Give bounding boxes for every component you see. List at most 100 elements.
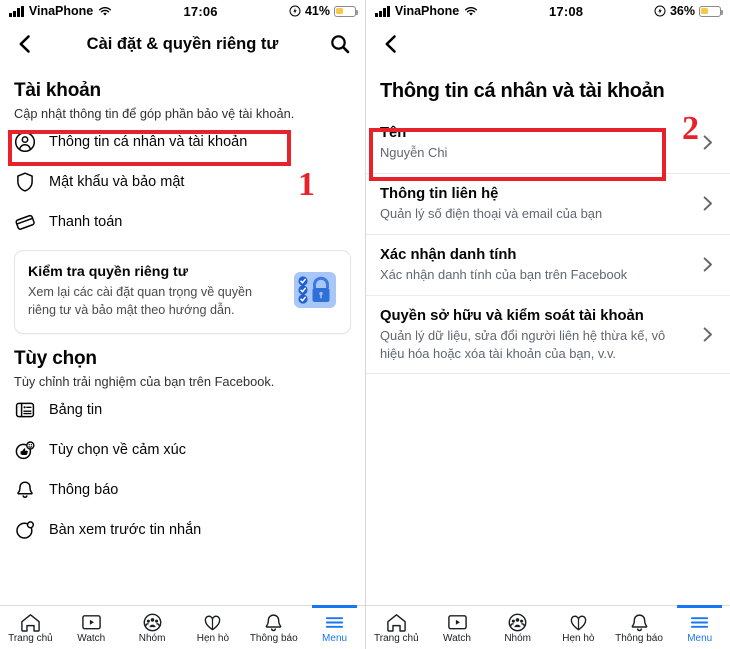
tab-nhom[interactable]: Nhóm bbox=[122, 606, 183, 649]
battery-percent-label: 41% bbox=[304, 4, 330, 18]
battery-icon bbox=[699, 5, 724, 17]
tab-label: Trang chủ bbox=[374, 632, 419, 644]
battery-icon bbox=[334, 5, 359, 17]
status-clock: 17:08 bbox=[548, 3, 584, 19]
account-settings-list: Tên Nguyễn Chi Thông tin liên hệ Quản lý… bbox=[366, 113, 730, 375]
list-item-contact-info[interactable]: Thông tin liên hệ Quản lý số điện thoại … bbox=[366, 174, 730, 235]
list-item-text: Tên Nguyễn Chi bbox=[380, 124, 691, 162]
sidebar-item-personal-info[interactable]: Thông tin cá nhân và tài khoản bbox=[14, 122, 351, 162]
back-chevron-icon[interactable] bbox=[380, 33, 402, 55]
list-item-subtitle: Quản lý số điện thoại và email của bạn bbox=[380, 206, 603, 222]
left-phone-screen: VinaPhone 17:06 41% Cài đặt & quyền riên… bbox=[0, 0, 365, 649]
status-left-group: VinaPhone bbox=[375, 4, 478, 18]
home-icon bbox=[19, 612, 42, 633]
tab-hen-ho[interactable]: Hẹn hò bbox=[182, 606, 243, 649]
tab-menu[interactable]: Menu bbox=[304, 605, 365, 649]
tab-label: Watch bbox=[443, 632, 471, 644]
nav-bar-right bbox=[366, 22, 730, 66]
groups-icon bbox=[506, 612, 529, 633]
page-title: Thông tin cá nhân và tài khoản bbox=[380, 80, 665, 102]
newsfeed-icon bbox=[14, 399, 36, 421]
list-item-subtitle: Xác nhận danh tính của bạn trên Facebook bbox=[380, 267, 628, 283]
nav-bar-left: Cài đặt & quyền riêng tư bbox=[0, 22, 365, 66]
tab-thong-bao[interactable]: Thông báo bbox=[609, 606, 670, 649]
sidebar-item-reactions[interactable]: Tùy chọn về cảm xúc bbox=[14, 430, 351, 470]
sidebar-item-label: Bảng tin bbox=[49, 402, 103, 419]
signal-bars-icon bbox=[375, 5, 390, 17]
tab-label: Nhóm bbox=[138, 632, 166, 644]
list-item-title: Quyền sở hữu và kiểm soát tài khoản bbox=[380, 307, 644, 324]
status-bar-right: VinaPhone 17:08 36% bbox=[366, 0, 730, 22]
bell-icon bbox=[262, 612, 285, 633]
bottom-tab-bar-left: Trang chủ Watch Nhóm Hẹn hò Thông báo Me… bbox=[0, 605, 365, 649]
tab-trang-chu[interactable]: Trang chủ bbox=[0, 606, 61, 649]
watch-play-icon bbox=[446, 612, 469, 633]
tab-label: Menu bbox=[687, 632, 713, 644]
signal-bars-icon bbox=[9, 5, 24, 17]
list-item-title: Thông tin liên hệ bbox=[380, 185, 499, 202]
sidebar-item-label: Mật khẩu và bảo mật bbox=[49, 174, 185, 191]
status-right-group: 41% bbox=[289, 4, 359, 18]
sidebar-item-label: Thanh toán bbox=[49, 214, 123, 231]
tab-label: Trang chủ bbox=[8, 632, 53, 644]
page-title: Cài đặt & quyền riêng tư bbox=[86, 34, 279, 53]
tab-label: Thông báo bbox=[249, 632, 298, 644]
dual-screenshot: VinaPhone 17:06 41% Cài đặt & quyền riên… bbox=[0, 0, 730, 649]
person-circle-icon bbox=[14, 131, 36, 153]
status-right-group: 36% bbox=[654, 4, 724, 18]
status-bar-left: VinaPhone 17:06 41% bbox=[0, 0, 365, 22]
tab-trang-chu[interactable]: Trang chủ bbox=[366, 606, 427, 649]
tab-watch[interactable]: Watch bbox=[61, 606, 122, 649]
list-item-ownership-control[interactable]: Quyền sở hữu và kiểm soát tài khoản Quản… bbox=[366, 296, 730, 375]
bottom-tab-bar-right: Trang chủ Watch Nhóm Hẹn hò Thông báo Me… bbox=[366, 605, 730, 649]
list-item-identity-confirmation[interactable]: Xác nhận danh tính Xác nhận danh tính củ… bbox=[366, 235, 730, 296]
tab-hen-ho[interactable]: Hẹn hò bbox=[548, 606, 609, 649]
list-item-subtitle: Quản lý dữ liệu, sửa đổi người liên hệ t… bbox=[380, 328, 666, 361]
tab-label: Hẹn hò bbox=[562, 632, 595, 644]
bell-icon bbox=[628, 612, 651, 633]
tab-thong-bao[interactable]: Thông báo bbox=[243, 606, 304, 649]
privacy-checkup-card[interactable]: Kiểm tra quyền riêng tư Xem lại các cài … bbox=[14, 250, 351, 335]
preferences-section-subtitle: Tùy chỉnh trải nghiệm của bạn trên Faceb… bbox=[14, 374, 275, 390]
message-preview-icon bbox=[14, 519, 36, 541]
privacy-checkup-title: Kiểm tra quyền riêng tư bbox=[28, 264, 189, 281]
watch-play-icon bbox=[80, 612, 103, 633]
privacy-checkup-desc: Xem lại các cài đặt quan trọng về quyền … bbox=[28, 285, 253, 317]
list-item-text: Xác nhận danh tính Xác nhận danh tính củ… bbox=[380, 246, 691, 284]
status-left-group: VinaPhone bbox=[9, 4, 112, 18]
sidebar-item-label: Tùy chọn về cảm xúc bbox=[49, 442, 186, 459]
account-section-subtitle: Cập nhật thông tin để góp phần bảo vệ tà… bbox=[14, 106, 295, 121]
wifi-icon bbox=[98, 6, 112, 17]
list-item-title: Xác nhận danh tính bbox=[380, 246, 517, 263]
sidebar-item-label: Thông tin cá nhân và tài khoản bbox=[49, 134, 248, 151]
battery-percent-label: 36% bbox=[669, 4, 695, 18]
sidebar-item-message-preview[interactable]: Bàn xem trước tin nhắn bbox=[14, 510, 351, 550]
low-power-icon bbox=[289, 5, 301, 17]
bell-icon bbox=[14, 479, 36, 501]
tab-menu[interactable]: Menu bbox=[669, 605, 730, 649]
right-phone-screen: VinaPhone 17:08 36% Thông tin cá nhân và… bbox=[365, 0, 730, 649]
preferences-section-title: Tùy chọn bbox=[14, 348, 97, 370]
tab-label: Nhóm bbox=[504, 632, 532, 644]
shield-icon bbox=[14, 171, 36, 193]
account-section-title: Tài khoản bbox=[14, 80, 101, 101]
search-icon[interactable] bbox=[329, 33, 351, 55]
carrier-label: VinaPhone bbox=[394, 4, 460, 18]
sidebar-item-notifications[interactable]: Thông báo bbox=[14, 470, 351, 510]
back-chevron-icon[interactable] bbox=[14, 33, 36, 55]
wifi-icon bbox=[464, 6, 478, 17]
groups-icon bbox=[141, 612, 164, 633]
sidebar-item-payments[interactable]: Thanh toán bbox=[14, 202, 351, 242]
list-item-title: Tên bbox=[380, 125, 407, 141]
tab-nhom[interactable]: Nhóm bbox=[487, 606, 548, 649]
dating-hearts-icon bbox=[567, 612, 590, 633]
list-item-text: Thông tin liên hệ Quản lý số điện thoại … bbox=[380, 185, 691, 223]
sidebar-item-newsfeed[interactable]: Bảng tin bbox=[14, 390, 351, 430]
reactions-icon bbox=[14, 439, 36, 461]
tab-watch[interactable]: Watch bbox=[427, 606, 488, 649]
dating-hearts-icon bbox=[201, 612, 224, 633]
sidebar-item-label: Thông báo bbox=[49, 482, 119, 499]
list-item-name[interactable]: Tên Nguyễn Chi bbox=[366, 113, 730, 174]
sidebar-item-password-security[interactable]: Mật khẩu và bảo mật bbox=[14, 162, 351, 202]
tab-label: Thông báo bbox=[615, 632, 663, 644]
